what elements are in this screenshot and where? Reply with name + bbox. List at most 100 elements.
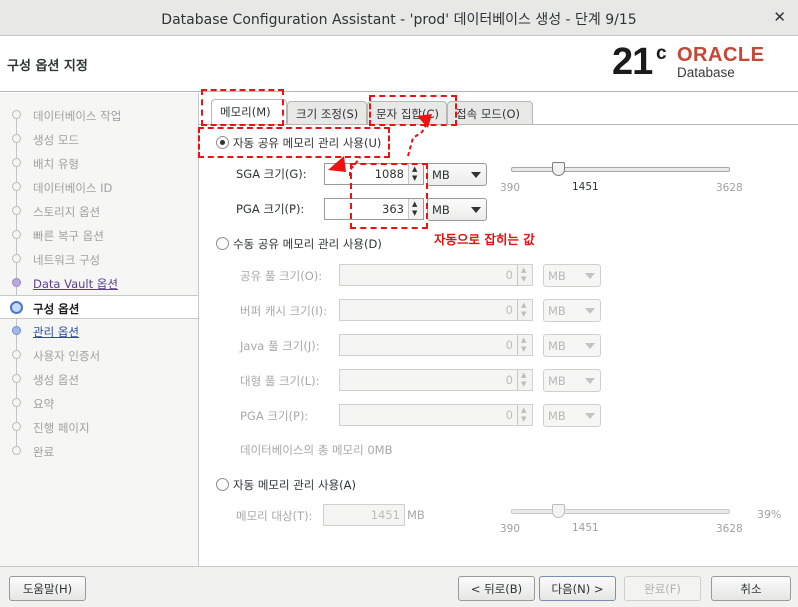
spin-down-icon: ▼: [521, 310, 527, 318]
manual-shared-memory-radio[interactable]: [216, 237, 229, 250]
step-dot-icon: [12, 182, 21, 191]
step-storage-option: 스토리지 옵션: [0, 199, 198, 223]
annotation-arrows: [328, 114, 432, 176]
step-dot-icon: [12, 326, 21, 335]
cancel-button[interactable]: 취소: [711, 576, 791, 601]
manual-shared-memory-label[interactable]: 수동 공유 메모리 관리 사용(D): [233, 236, 382, 252]
step-dot-icon: [12, 134, 21, 143]
annotation-arrow-line: [349, 157, 361, 176]
spin-up-icon: ▲: [521, 371, 527, 379]
manual-pga-unit-select: MB: [543, 404, 601, 427]
step-deployment-type: 배치 유형: [0, 151, 198, 175]
total-memory-text: 데이터베이스의 총 메모리 0MB: [240, 443, 393, 457]
step-data-vault[interactable]: Data Vault 옵션: [0, 271, 198, 295]
tab-connection-mode[interactable]: 접속 모드(O): [447, 101, 533, 124]
spin-down-icon: ▼: [521, 275, 527, 283]
slider-max-label: 3628: [716, 182, 743, 194]
annotation-arrowhead: [328, 156, 346, 172]
memory-slider-track[interactable]: [511, 167, 730, 172]
step-management-options[interactable]: 관리 옵션: [0, 319, 198, 343]
window-titlebar: Database Configuration Assistant - 'prod…: [0, 0, 798, 36]
annotation-box-memory-tab: [201, 89, 284, 126]
step-creation-mode: 생성 모드: [0, 127, 198, 151]
java-pool-spinner: 0 ▲ ▼: [339, 334, 533, 356]
manual-pga-label: PGA 크기(P):: [240, 409, 309, 423]
buffer-cache-label: 버퍼 캐시 크기(I):: [240, 304, 328, 318]
step-summary: 요약: [0, 391, 198, 415]
chevron-down-icon: [585, 343, 595, 349]
step-fast-recovery: 빠른 복구 옵션: [0, 223, 198, 247]
slider-min-label: 390: [500, 182, 521, 194]
chevron-down-icon: [471, 172, 481, 178]
shared-pool-unit-select: MB: [543, 264, 601, 287]
page-header: 구성 옵션 지정 21 c ORACLE Database: [0, 37, 798, 92]
step-navigator: 데이터베이스 작업 생성 모드 배치 유형 데이터베이스 ID 스토리지 옵션 …: [0, 93, 199, 566]
logo-version: 21: [612, 41, 653, 83]
shared-pool-spinner: 0 ▲ ▼: [339, 264, 533, 286]
step-database-id: 데이터베이스 ID: [0, 175, 198, 199]
pga-unit-select[interactable]: MB: [427, 198, 487, 221]
step-dot-icon: [12, 110, 21, 119]
step-config-options[interactable]: 구성 옵션: [0, 295, 198, 319]
spin-up-icon: ▲: [521, 406, 527, 414]
window-title: Database Configuration Assistant - 'prod…: [161, 12, 637, 28]
memory-target-slider-thumb: [552, 504, 566, 518]
large-pool-spinner: 0 ▲ ▼: [339, 369, 533, 391]
step-dot-icon: [12, 206, 21, 215]
close-icon[interactable]: ✕: [773, 8, 786, 26]
back-button[interactable]: < 뒤로(B): [458, 576, 535, 601]
pga-size-label: PGA 크기(P):: [236, 202, 305, 216]
logo-brand: ORACLE: [677, 44, 765, 66]
chevron-down-icon: [585, 378, 595, 384]
annotation-note: 자동으로 잡히는 값: [434, 232, 535, 247]
auto-memory-radio[interactable]: [216, 478, 229, 491]
step-dot-icon: [12, 350, 21, 359]
step-dot-icon: [12, 278, 21, 287]
chevron-down-icon: [471, 207, 481, 213]
shared-pool-label: 공유 풀 크기(O):: [240, 269, 323, 283]
memory-target-label: 메모리 대상(T):: [236, 509, 313, 523]
large-pool-unit-select: MB: [543, 369, 601, 392]
spin-up-icon: ▲: [521, 301, 527, 309]
target-slider-value-label: 1451: [572, 522, 599, 534]
memory-target-field: 1451: [323, 504, 405, 526]
step-dot-icon: [10, 301, 23, 314]
step-dot-icon: [12, 254, 21, 263]
auto-memory-label[interactable]: 자동 메모리 관리 사용(A): [233, 477, 356, 493]
spin-down-icon: ▼: [521, 415, 527, 423]
step-creation-options: 생성 옵션: [0, 367, 198, 391]
target-slider-percent: 39%: [757, 508, 782, 521]
page-title: 구성 옵션 지정: [7, 59, 88, 74]
next-button[interactable]: 다음(N) >: [539, 576, 616, 601]
step-network-config: 네트워크 구성: [0, 247, 198, 271]
spin-down-icon: ▼: [521, 345, 527, 353]
slider-value-label: 1451: [572, 181, 599, 193]
chevron-down-icon: [585, 273, 595, 279]
step-dot-icon: [12, 230, 21, 239]
step-finish: 완료: [0, 439, 198, 463]
memory-slider-thumb[interactable]: [552, 162, 566, 176]
annotation-arrow-line: [407, 121, 429, 157]
spin-up-icon: ▲: [521, 336, 527, 344]
manual-pga-spinner: 0 ▲ ▼: [339, 404, 533, 426]
chevron-down-icon: [585, 308, 595, 314]
step-user-credentials: 사용자 인증서: [0, 343, 198, 367]
logo-version-suffix: c: [656, 43, 667, 64]
step-dot-icon: [12, 158, 21, 167]
step-progress-page: 진행 페이지: [0, 415, 198, 439]
step-database-operation: 데이터베이스 작업: [0, 103, 198, 127]
target-slider-max-label: 3628: [716, 523, 743, 535]
help-button[interactable]: 도움말(H): [9, 576, 86, 601]
memory-target-slider-track: [511, 509, 730, 514]
spin-up-icon: ▲: [521, 266, 527, 274]
spin-down-icon: ▼: [521, 380, 527, 388]
java-pool-label: Java 풀 크기(J):: [240, 339, 320, 353]
chevron-down-icon: [585, 413, 595, 419]
logo-product: Database: [677, 65, 735, 80]
tab-panel-border: [199, 124, 798, 125]
step-dot-icon: [12, 398, 21, 407]
target-slider-min-label: 390: [500, 523, 521, 535]
finish-button: 완료(F): [624, 576, 701, 601]
java-pool-unit-select: MB: [543, 334, 601, 357]
buffer-cache-unit-select: MB: [543, 299, 601, 322]
